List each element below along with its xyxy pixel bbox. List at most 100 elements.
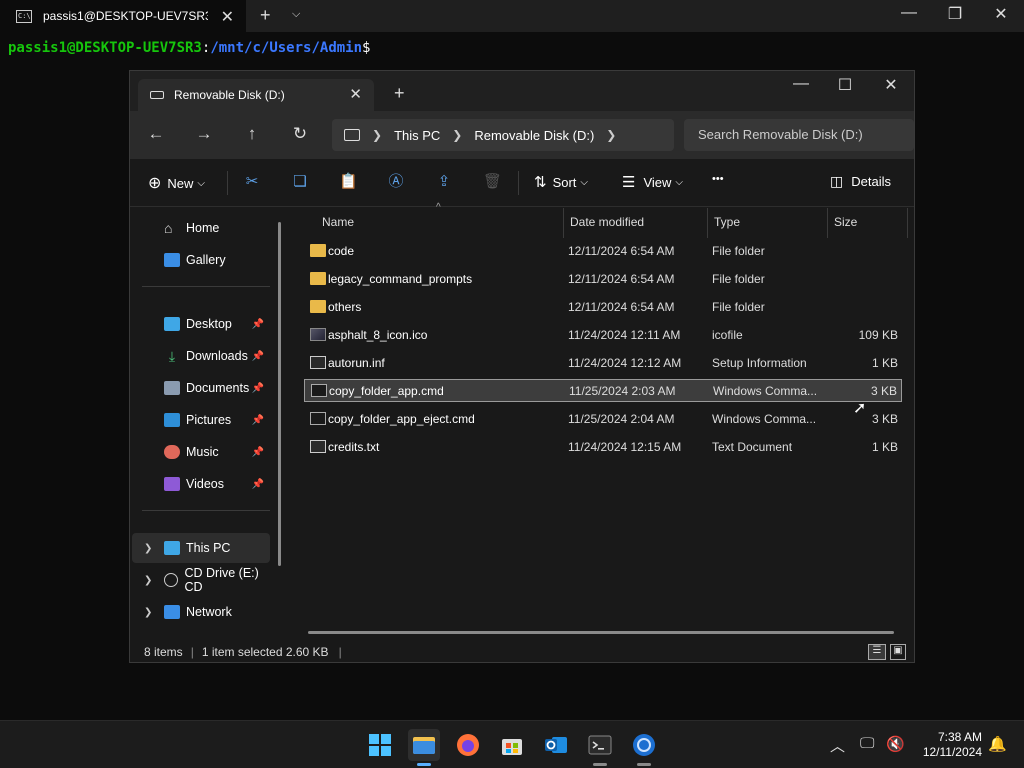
monitor-icon bbox=[164, 541, 180, 555]
chevron-down-icon[interactable]: ⌵ bbox=[292, 8, 300, 21]
firefox-taskbar-button[interactable] bbox=[452, 729, 484, 761]
file-date: 12/11/2024 6:54 AM bbox=[568, 243, 675, 258]
file-row[interactable]: asphalt_8_icon.ico 11/24/2024 12:11 AM i… bbox=[304, 323, 902, 346]
sidebar-item-home[interactable]: ⌂ Home bbox=[132, 213, 270, 243]
remote-desktop-taskbar-button[interactable] bbox=[628, 729, 660, 766]
terminal-tab[interactable]: C:\ passis1@DESKTOP-UEV7SR3: / ✕ bbox=[0, 0, 246, 32]
breadcrumb-this-pc[interactable]: This PC bbox=[394, 128, 440, 143]
notification-bell-icon[interactable]: 🔔 bbox=[988, 735, 1007, 753]
column-header-date[interactable]: Date modified bbox=[570, 208, 708, 238]
close-icon[interactable]: ✕ bbox=[221, 7, 234, 27]
sidebar-item-documents[interactable]: Documents 📌 bbox=[132, 373, 270, 403]
sidebar-item-music[interactable]: Music 📌 bbox=[132, 437, 270, 467]
pin-icon[interactable]: 📌 bbox=[252, 351, 264, 362]
file-row[interactable]: legacy_command_prompts 12/11/2024 6:54 A… bbox=[304, 267, 902, 290]
terminal-icon: C:\ bbox=[16, 9, 32, 23]
details-label: Details bbox=[851, 174, 891, 189]
sidebar-item-pictures[interactable]: Pictures 📌 bbox=[132, 405, 270, 435]
delete-icon[interactable]: 🗑 bbox=[483, 173, 502, 191]
chevron-right-icon[interactable]: ❯ bbox=[452, 128, 462, 142]
column-header-type[interactable]: Type bbox=[714, 208, 828, 238]
chevron-right-icon[interactable]: ❯ bbox=[144, 543, 152, 554]
file-size: 3 KB bbox=[870, 383, 897, 398]
sidebar-item-desktop[interactable]: Desktop 📌 bbox=[132, 309, 270, 339]
system-clock[interactable]: 7:38 AM 12/11/2024 bbox=[910, 730, 982, 760]
pin-icon[interactable]: 📌 bbox=[252, 415, 264, 426]
new-tab-button[interactable]: + bbox=[394, 83, 405, 104]
close-button[interactable]: ✕ bbox=[978, 4, 1024, 24]
refresh-icon[interactable]: ↻ bbox=[288, 124, 312, 144]
close-button[interactable]: ✕ bbox=[868, 75, 914, 95]
tiles-view-icon[interactable]: ▣ bbox=[890, 644, 906, 660]
start-button[interactable] bbox=[364, 729, 396, 761]
up-arrow-icon[interactable]: ↑ bbox=[240, 124, 264, 144]
sidebar-item-gallery[interactable]: Gallery bbox=[132, 245, 270, 275]
volume-muted-icon[interactable]: 🔇 bbox=[886, 735, 905, 753]
forward-arrow-icon[interactable]: → bbox=[192, 124, 216, 144]
column-type-label: Type bbox=[714, 215, 741, 229]
image-file-icon bbox=[310, 328, 326, 341]
sidebar-item-videos[interactable]: Videos 📌 bbox=[132, 469, 270, 499]
sidebar-item-label: This PC bbox=[186, 541, 231, 555]
cmd-file-icon bbox=[310, 412, 326, 425]
sidebar-item-network[interactable]: ❯ Network bbox=[132, 597, 270, 627]
paste-icon[interactable]: 📋 bbox=[339, 173, 358, 191]
breadcrumb-removable-disk[interactable]: Removable Disk (D:) bbox=[474, 128, 594, 143]
prompt-user: passis1@DESKTOP-UEV7SR3 bbox=[8, 40, 202, 56]
file-row[interactable]: autorun.inf 11/24/2024 12:12 AM Setup In… bbox=[304, 351, 902, 374]
terminal-titlebar: C:\ passis1@DESKTOP-UEV7SR3: / ✕ + ⌵ — ❐… bbox=[0, 0, 1024, 32]
restore-button[interactable]: ❐ bbox=[932, 4, 978, 24]
sidebar-scrollbar[interactable] bbox=[278, 222, 281, 566]
minimize-button[interactable]: — bbox=[886, 4, 932, 22]
chevron-right-icon[interactable]: ❯ bbox=[144, 575, 152, 586]
pin-icon[interactable]: 📌 bbox=[252, 479, 264, 490]
pin-icon[interactable]: 📌 bbox=[252, 383, 264, 394]
terminal-taskbar-button[interactable] bbox=[584, 729, 616, 766]
sidebar-item-downloads[interactable]: ⤓ Downloads 📌 bbox=[132, 341, 270, 371]
sidebar-item-cd-drive[interactable]: ❯ CD Drive (E:) CD bbox=[132, 565, 270, 595]
minimize-button[interactable]: — bbox=[778, 75, 824, 93]
file-row[interactable]: credits.txt 11/24/2024 12:15 AM Text Doc… bbox=[304, 435, 902, 458]
column-header-name[interactable]: Name bbox=[322, 208, 564, 238]
column-header-size[interactable]: Size bbox=[834, 208, 908, 238]
rename-icon[interactable]: Ⓐ bbox=[387, 173, 405, 191]
sidebar-item-this-pc[interactable]: ❯ This PC bbox=[132, 533, 270, 563]
details-button[interactable]: ◫ Details bbox=[830, 173, 891, 190]
outlook-taskbar-button[interactable] bbox=[540, 729, 572, 761]
file-name: code bbox=[328, 243, 355, 258]
store-taskbar-button[interactable] bbox=[496, 729, 528, 761]
file-row-selected[interactable]: copy_folder_app.cmd 11/25/2024 2:03 AM W… bbox=[304, 379, 902, 402]
back-arrow-icon[interactable]: ← bbox=[144, 124, 168, 144]
status-bar: 8 items | 1 item selected 2.60 KB | ☰ ▣ bbox=[130, 641, 914, 663]
maximize-button[interactable]: ☐ bbox=[822, 75, 868, 95]
address-bar[interactable]: ❯ This PC ❯ Removable Disk (D:) ❯ bbox=[332, 119, 674, 151]
search-input[interactable]: Search Removable Disk (D:) bbox=[684, 119, 914, 151]
file-row[interactable]: code 12/11/2024 6:54 AM File folder bbox=[304, 239, 902, 262]
view-button[interactable]: ☰ View ⌵ bbox=[622, 173, 683, 191]
share-icon[interactable]: ⇪ bbox=[435, 173, 453, 191]
cut-icon[interactable]: ✂ bbox=[243, 173, 261, 191]
chevron-right-icon[interactable]: ❯ bbox=[606, 128, 616, 142]
more-options-button[interactable]: ••• bbox=[712, 173, 724, 185]
pin-icon[interactable]: 📌 bbox=[252, 319, 264, 330]
chevron-up-icon[interactable]: ︿ bbox=[830, 735, 845, 756]
new-tab-button[interactable]: + bbox=[260, 5, 271, 26]
file-explorer-taskbar-button[interactable] bbox=[408, 729, 440, 766]
file-type: File folder bbox=[712, 271, 765, 286]
horizontal-scrollbar[interactable] bbox=[308, 631, 894, 634]
copy-icon[interactable]: ❏ bbox=[291, 173, 309, 191]
close-tab-icon[interactable]: ✕ bbox=[349, 85, 362, 103]
details-view-icon[interactable]: ☰ bbox=[868, 644, 886, 660]
chevron-right-icon[interactable]: ❯ bbox=[144, 607, 152, 618]
videos-icon bbox=[164, 477, 180, 491]
new-button[interactable]: ⊕ New ⌵ bbox=[148, 173, 205, 193]
explorer-tab[interactable]: Removable Disk (D:) ✕ bbox=[138, 79, 374, 111]
network-status-icon[interactable]: 🖵 bbox=[860, 735, 874, 752]
sort-button[interactable]: ⇅ Sort ⌵ bbox=[534, 173, 588, 191]
file-row[interactable]: others 12/11/2024 6:54 AM File folder bbox=[304, 295, 902, 318]
chevron-down-icon: ⌵ bbox=[675, 176, 683, 188]
pin-icon[interactable]: 📌 bbox=[252, 447, 264, 458]
store-icon bbox=[502, 739, 522, 755]
file-row[interactable]: copy_folder_app_eject.cmd 11/25/2024 2:0… bbox=[304, 407, 902, 430]
sidebar-item-label: CD Drive (E:) CD bbox=[184, 566, 259, 594]
